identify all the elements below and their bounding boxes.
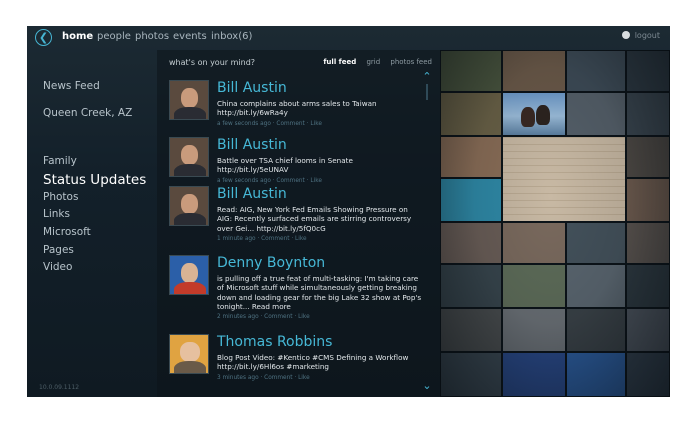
- top-nav: ❮ home people photos events inbox(6) log…: [27, 26, 670, 50]
- sidebar-item-video[interactable]: Video: [43, 261, 72, 273]
- post-body: China complains about arms sales to Taiw…: [217, 99, 422, 129]
- post-meta[interactable]: 2 minutes ago · Comment · Like: [217, 313, 422, 322]
- avatar[interactable]: [169, 186, 209, 226]
- logout-icon: [621, 31, 630, 39]
- logout-button[interactable]: logout: [621, 31, 660, 40]
- photo-tile[interactable]: [502, 222, 566, 264]
- app-window: ❮ home people photos events inbox(6) log…: [27, 26, 670, 397]
- photo-tile[interactable]: [626, 264, 670, 308]
- post-author[interactable]: Bill Austin: [217, 137, 287, 153]
- photo-tile[interactable]: [440, 264, 502, 308]
- photo-tile[interactable]: [626, 136, 670, 178]
- post-body: Read: AIG, New York Fed Emails Showing P…: [217, 205, 422, 244]
- avatar[interactable]: [169, 137, 209, 177]
- photo-tile-document[interactable]: [502, 136, 626, 222]
- sidebar-item-links[interactable]: Links: [43, 208, 70, 220]
- photo-tile[interactable]: [440, 308, 502, 352]
- feed-panel: what's on your mind? full feed grid phot…: [157, 50, 440, 397]
- photo-tile[interactable]: [440, 92, 502, 136]
- sidebar-item-microsoft[interactable]: Microsoft: [43, 226, 91, 238]
- nav-events[interactable]: events: [173, 31, 207, 42]
- photo-tile[interactable]: [440, 136, 502, 178]
- photo-tile[interactable]: [626, 178, 670, 222]
- nav-photos[interactable]: photos: [135, 31, 169, 42]
- photo-tile[interactable]: [626, 50, 670, 92]
- view-photos-feed[interactable]: photos feed: [390, 58, 432, 66]
- scroll-up-icon[interactable]: ⌃: [421, 71, 433, 82]
- avatar[interactable]: [169, 334, 209, 374]
- photo-tile[interactable]: [566, 352, 626, 397]
- avatar[interactable]: [169, 80, 209, 120]
- photo-tile[interactable]: [566, 50, 626, 92]
- sidebar-item-pages[interactable]: Pages: [43, 244, 74, 256]
- sidebar: News Feed Queen Creek, AZ Family Status …: [27, 50, 157, 397]
- status-prompt[interactable]: what's on your mind?: [169, 58, 255, 67]
- post-body: Battle over TSA chief looms in Senate ht…: [217, 156, 422, 186]
- photo-tile[interactable]: [566, 92, 626, 136]
- photo-tile[interactable]: [566, 264, 626, 308]
- post-text: Blog Post Video: #Kentico #CMS Defining …: [217, 353, 409, 372]
- nav-inbox[interactable]: inbox(6): [211, 31, 252, 42]
- post-author[interactable]: Thomas Robbins: [217, 334, 332, 350]
- view-grid[interactable]: grid: [366, 58, 380, 66]
- post-text: is pulling off a true feat of multi-task…: [217, 274, 422, 311]
- sidebar-item-family[interactable]: Family: [43, 155, 77, 167]
- sidebar-item-status-updates[interactable]: Status Updates: [43, 172, 146, 188]
- photo-mosaic: [440, 50, 670, 397]
- back-arrow-icon[interactable]: ❮: [35, 29, 52, 46]
- scroll-down-icon[interactable]: ⌄: [421, 380, 433, 391]
- view-full-feed[interactable]: full feed: [323, 58, 356, 66]
- sidebar-item-location[interactable]: Queen Creek, AZ: [43, 107, 132, 119]
- photo-tile[interactable]: [440, 50, 502, 92]
- photo-tile[interactable]: [626, 352, 670, 397]
- nav-home[interactable]: home: [62, 31, 93, 42]
- photo-tile[interactable]: [626, 92, 670, 136]
- photo-tile[interactable]: [502, 50, 566, 92]
- version-label: 10.0.09.1112: [39, 384, 80, 391]
- photo-tile[interactable]: [502, 352, 566, 397]
- post-author[interactable]: Denny Boynton: [217, 255, 325, 271]
- photo-tile[interactable]: [440, 178, 502, 222]
- photo-tile[interactable]: [626, 308, 670, 352]
- nav-people[interactable]: people: [97, 31, 131, 42]
- logout-label: logout: [634, 31, 660, 40]
- post-author[interactable]: Bill Austin: [217, 186, 287, 202]
- post-body: Blog Post Video: #Kentico #CMS Defining …: [217, 353, 422, 383]
- post-text: Read: AIG, New York Fed Emails Showing P…: [217, 205, 412, 233]
- view-switcher: full feed grid photos feed: [315, 58, 432, 66]
- photo-tile[interactable]: [440, 352, 502, 397]
- post-text: Battle over TSA chief looms in Senate ht…: [217, 156, 353, 175]
- post-meta[interactable]: a few seconds ago · Comment · Like: [217, 120, 422, 129]
- photo-tile[interactable]: [502, 308, 566, 352]
- photo-tile[interactable]: [566, 308, 626, 352]
- photo-tile[interactable]: [566, 222, 626, 264]
- avatar[interactable]: [169, 255, 209, 295]
- photo-tile[interactable]: [626, 222, 670, 264]
- post-meta[interactable]: 1 minute ago · Comment · Like: [217, 235, 422, 244]
- post-meta[interactable]: a few seconds ago · Comment · Like: [217, 177, 422, 186]
- scrollbar[interactable]: [426, 84, 428, 100]
- sidebar-item-news-feed[interactable]: News Feed: [43, 80, 100, 92]
- photo-tile[interactable]: [502, 264, 566, 308]
- post-author[interactable]: Bill Austin: [217, 80, 287, 96]
- photo-tile-couple[interactable]: [502, 92, 566, 136]
- post-body: is pulling off a true feat of multi-task…: [217, 274, 422, 322]
- photo-tile[interactable]: [440, 222, 502, 264]
- post-text: China complains about arms sales to Taiw…: [217, 99, 377, 118]
- sidebar-item-photos[interactable]: Photos: [43, 191, 78, 203]
- post-meta[interactable]: 3 minutes ago · Comment · Like: [217, 374, 422, 383]
